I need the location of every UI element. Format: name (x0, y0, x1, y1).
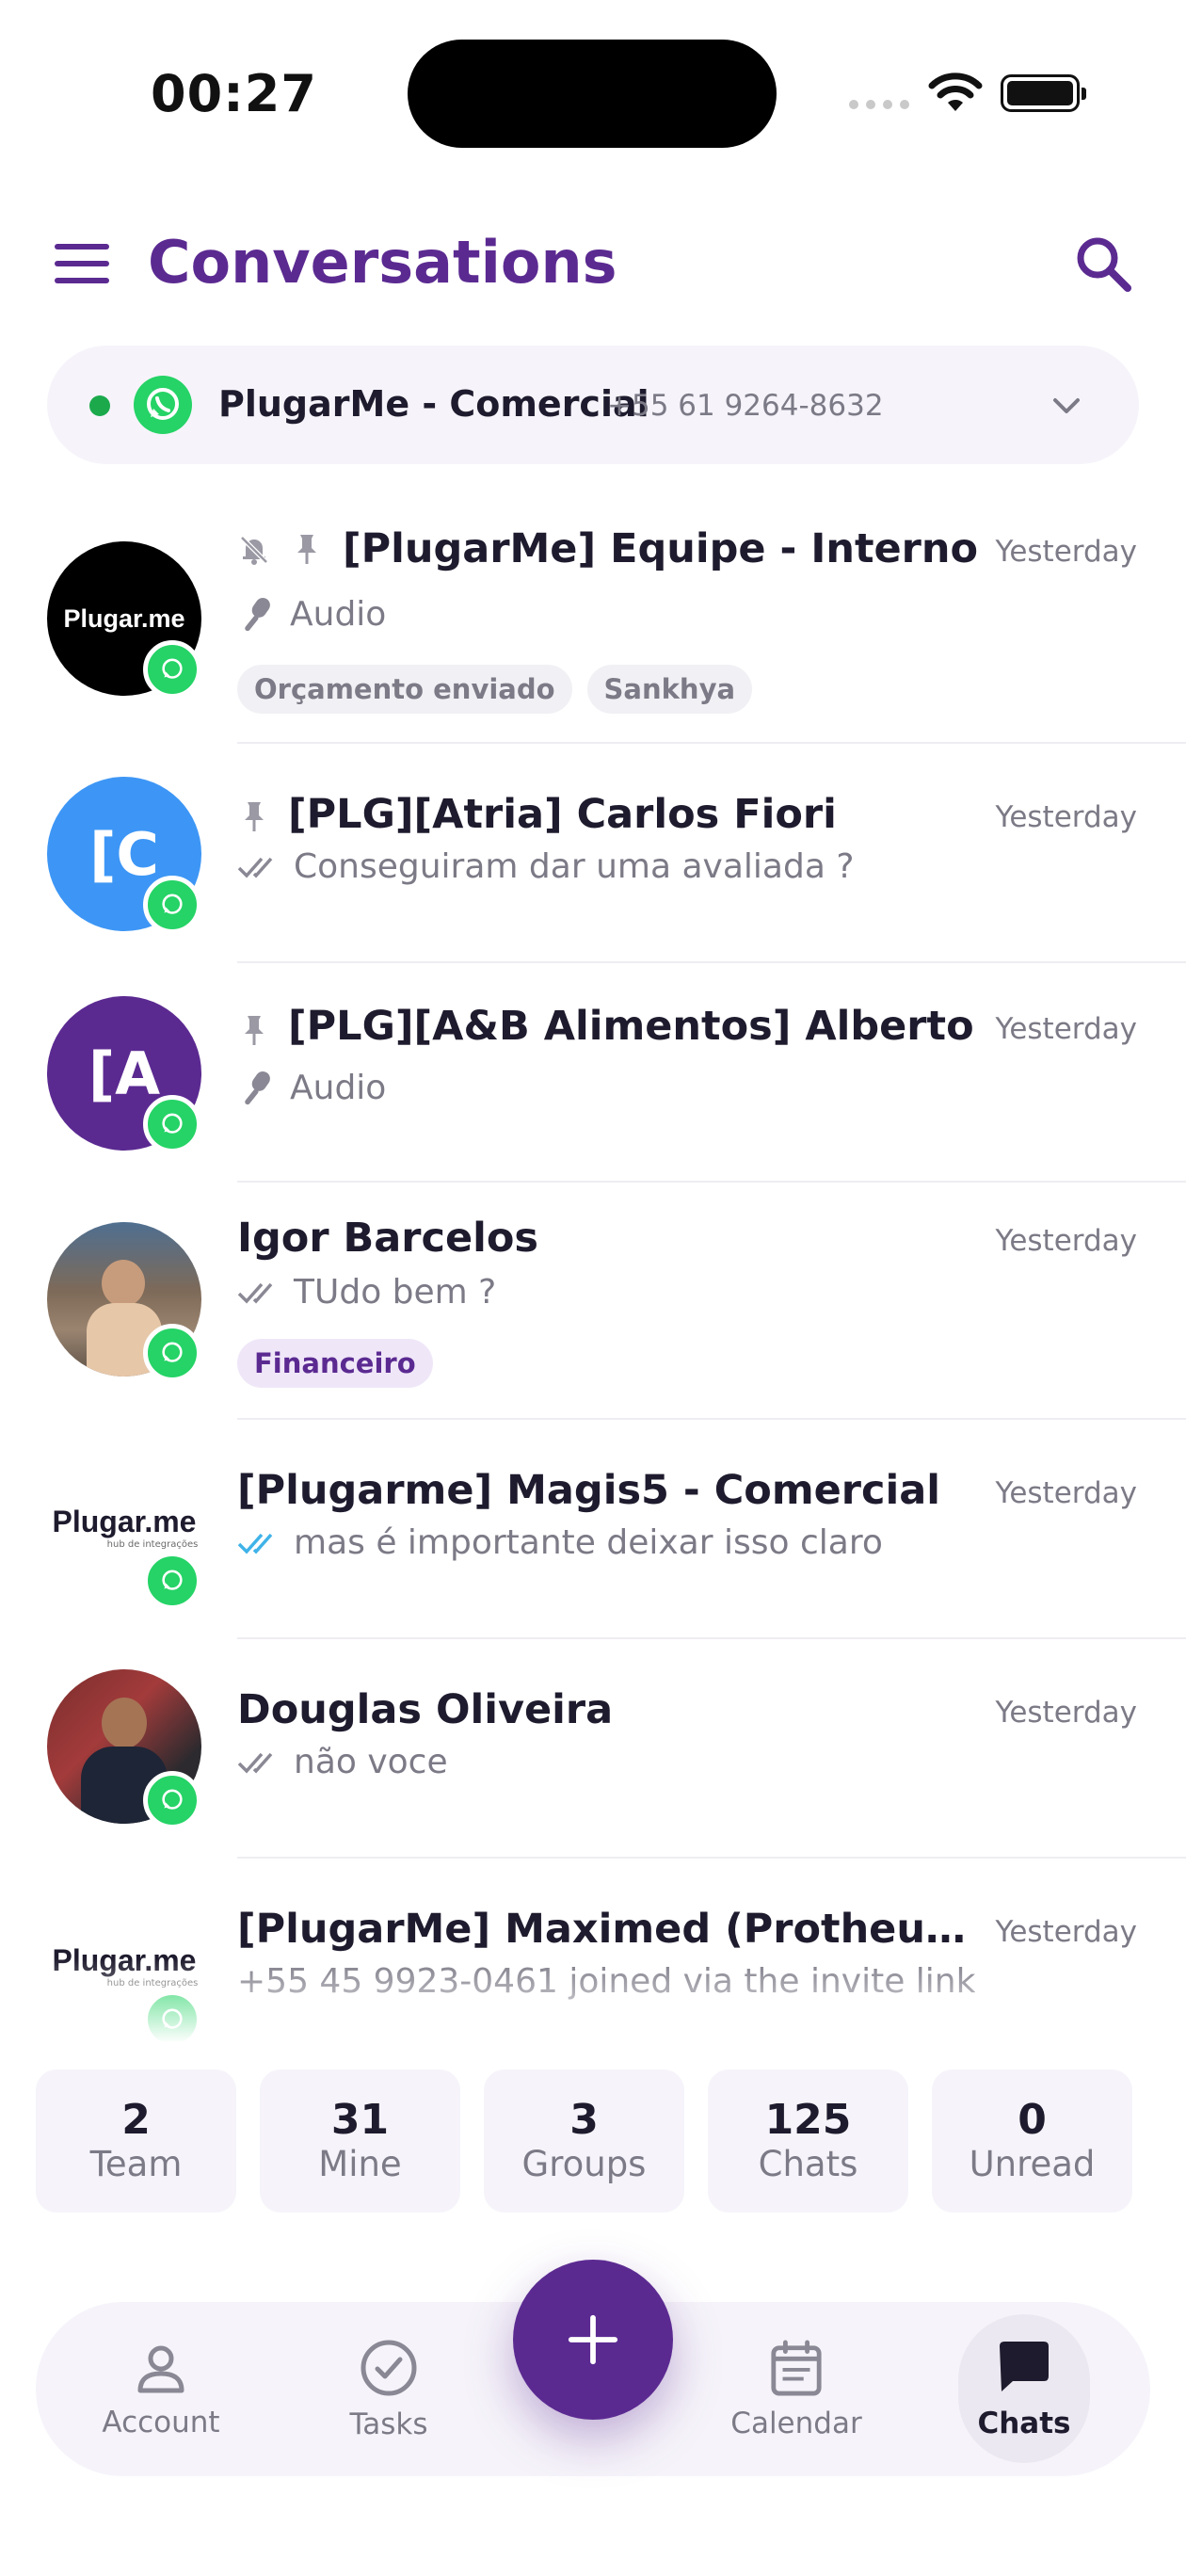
microphone-icon (245, 597, 270, 632)
plugarme-logo: Plugar.me (52, 1505, 197, 1538)
double-check-icon (237, 1752, 273, 1774)
tag: Financeiro (237, 1339, 433, 1388)
pin-icon (297, 535, 316, 564)
person-icon (137, 2345, 184, 2392)
whatsapp-badge-icon (143, 876, 201, 934)
pin-icon (245, 1016, 264, 1045)
double-check-icon (237, 1282, 273, 1304)
pin-icon (245, 802, 264, 831)
conversation-preview: TUdo bem ? (237, 1273, 496, 1312)
whatsapp-badge-icon (143, 1324, 201, 1382)
new-conversation-button[interactable] (513, 2260, 673, 2420)
muted-bell-icon (240, 536, 268, 565)
tag: Sankhya (586, 665, 753, 714)
conversation-row[interactable]: Douglas Oliveira Yesterday não voce (0, 1639, 1186, 1859)
microphone-icon (245, 1071, 270, 1105)
wifi-icon (928, 72, 983, 111)
conversation-preview: Conseguiram dar uma avaliada ? (237, 847, 854, 886)
filter-unread[interactable]: 0 Unread (932, 2069, 1132, 2213)
whatsapp-badge-icon (143, 1990, 201, 2043)
conversation-title: Douglas Oliveira (237, 1686, 614, 1733)
status-time: 00:27 (151, 64, 317, 123)
conversation-time: Yesterday (995, 1012, 1138, 1046)
conversation-row[interactable]: Igor Barcelos Yesterday TUdo bem ? Finan… (0, 1183, 1186, 1420)
conversation-time: Yesterday (995, 535, 1138, 569)
conversation-title: [PLG][A&B Alimentos] Alberto (288, 1003, 974, 1050)
nav-calendar[interactable]: Calendar (716, 2302, 876, 2476)
tag-list: Orçamento enviado Sankhya (237, 665, 753, 714)
calendar-icon (771, 2340, 822, 2395)
account-phone: +55 61 9264-8632 (607, 389, 884, 423)
filter-chats[interactable]: 125 Chats (708, 2069, 908, 2213)
plugarme-logo: Plugar.me (63, 604, 185, 633)
conversation-title: [PlugarMe] Maximed (Protheus x Ma... (237, 1906, 981, 1953)
conversation-preview: +55 45 9923-0461 joined via the invite l… (237, 1962, 976, 2001)
battery-icon (1001, 74, 1086, 112)
online-status-dot (89, 395, 110, 416)
conversation-time: Yesterday (995, 1224, 1138, 1258)
nav-account[interactable]: Account (81, 2302, 241, 2476)
conversation-row[interactable]: Plugar.me hub de integrações [Plugarme] … (0, 1420, 1186, 1639)
conversation-title: [PLG][Atria] Carlos Fiori (288, 791, 837, 838)
filter-bar: 2 Team 31 Mine 3 Groups 125 Chats 0 Unread (36, 2069, 1132, 2213)
conversation-preview: mas é importante deixar isso claro (237, 1523, 883, 1562)
nav-chats[interactable]: Chats (958, 2314, 1090, 2463)
chat-bubble-icon (1000, 2342, 1049, 2391)
conversation-row[interactable]: Plugar.me hub de integrações [PlugarMe] … (0, 1859, 1186, 2043)
dynamic-island (408, 40, 777, 148)
conversation-title: Igor Barcelos (237, 1215, 539, 1262)
conversation-row[interactable]: [C [PLG][Atria] Carlos Fiori Yesterday C… (0, 744, 1186, 963)
double-check-read-icon (237, 1533, 273, 1554)
tag-list: Financeiro (237, 1339, 433, 1388)
chevron-down-icon[interactable] (1048, 387, 1085, 425)
filter-mine[interactable]: 31 Mine (260, 2069, 460, 2213)
filter-groups[interactable]: 3 Groups (484, 2069, 684, 2213)
tag: Orçamento enviado (237, 665, 572, 714)
conversation-row[interactable]: Plugar.me [PlugarMe] Equipe - Interno Ye… (0, 480, 1186, 744)
conversation-preview: Audio (237, 593, 386, 635)
whatsapp-icon (134, 376, 192, 434)
whatsapp-badge-icon (143, 640, 201, 699)
conversation-row[interactable]: [A [PLG][A&B Alimentos] Alberto Yesterda… (0, 963, 1186, 1183)
conversation-preview: não voce (237, 1743, 448, 1781)
conversation-time: Yesterday (995, 1476, 1138, 1510)
conversation-title: [PlugarMe] Equipe - Interno (343, 525, 979, 572)
plugarme-logo: Plugar.me (52, 1943, 197, 1977)
page-title: Conversations (148, 228, 617, 297)
conversation-title: [Plugarme] Magis5 - Comercial (237, 1467, 940, 1514)
account-name: PlugarMe - Comercial (218, 383, 649, 425)
plus-icon (568, 2314, 618, 2365)
double-check-icon (237, 857, 273, 878)
filter-team[interactable]: 2 Team (36, 2069, 236, 2213)
search-icon[interactable] (1073, 233, 1133, 294)
account-selector[interactable]: PlugarMe - Comercial +55 61 9264-8632 (47, 346, 1139, 464)
conversation-time: Yesterday (995, 1696, 1138, 1730)
menu-icon[interactable] (55, 244, 109, 283)
conversation-preview: Audio (237, 1067, 386, 1108)
conversation-time: Yesterday (995, 800, 1138, 834)
conversation-time: Yesterday (995, 1915, 1138, 1949)
cellular-signal-icon (849, 100, 909, 109)
whatsapp-badge-icon (143, 1771, 201, 1829)
nav-tasks[interactable]: Tasks (309, 2302, 469, 2476)
whatsapp-badge-icon (143, 1095, 201, 1153)
whatsapp-badge-icon (143, 1552, 201, 1610)
check-circle-icon (361, 2340, 417, 2395)
conversation-list[interactable]: Plugar.me [PlugarMe] Equipe - Interno Ye… (0, 480, 1186, 2043)
